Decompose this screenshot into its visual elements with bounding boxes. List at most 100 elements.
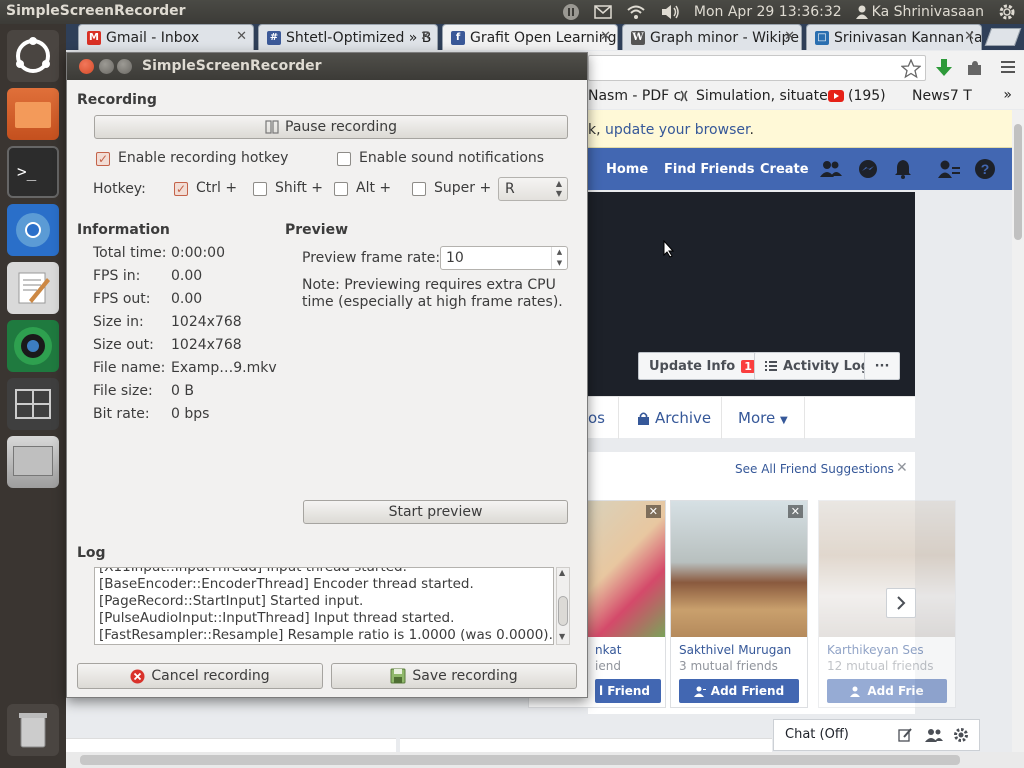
enable-sound-label[interactable]: Enable sound notifications [359,150,544,166]
scroll-thumb[interactable] [558,596,568,626]
tab-more[interactable]: More ▼ [738,409,788,427]
menu-icon[interactable] [1001,59,1015,75]
recording-indicator-icon[interactable] [562,3,580,21]
add-friend-button[interactable]: Add Frie [827,679,947,703]
nav-find-friends[interactable]: Find Friends [664,162,754,177]
caret-down-icon: ▼ [779,415,788,426]
clock[interactable]: Mon Apr 29 13:36:32 [694,4,842,20]
save-recording-button[interactable]: Save recording [331,663,577,689]
see-all-friend-suggestions-link[interactable]: See All Friend Suggestions [735,462,894,476]
maximize-window-icon[interactable] [117,59,132,74]
alt-modifier-checkbox[interactable] [334,182,348,196]
activity-log-button[interactable]: Activity Log [754,352,882,380]
ssr-titlebar[interactable]: SimpleScreenRecorder [67,53,587,80]
messenger-icon[interactable] [858,159,878,179]
close-icon[interactable]: ✕ [645,505,661,518]
friend-photo[interactable] [671,501,807,637]
address-bar[interactable] [588,55,926,81]
chat-bar[interactable]: Chat (Off) [773,719,980,751]
bookmark-youtube[interactable]: (195) [828,88,886,104]
quick-help-icon[interactable] [938,159,960,179]
extension-puzzle-icon[interactable] [966,60,982,76]
chevron-right-icon[interactable]: » [1003,87,1012,103]
horizontal-scrollbar[interactable] [66,752,1024,768]
close-icon[interactable]: ✕ [784,29,795,44]
close-icon[interactable]: ✕ [420,29,431,44]
close-icon[interactable]: ✕ [896,460,908,476]
friend-name[interactable]: Karthikeyan Ses [819,637,955,657]
mouse-cursor-icon [663,240,675,258]
help-icon[interactable]: ? [974,158,996,180]
notifications-bell-icon[interactable] [894,159,912,179]
update-browser-link[interactable]: update your browser [605,122,749,138]
enable-hotkey-label[interactable]: Enable recording hotkey [118,150,288,166]
close-icon[interactable]: ✕ [964,29,975,44]
tab-srinivasan[interactable]: □ Srinivasan Kannan (a ✕ [806,24,982,50]
text-editor-icon[interactable] [7,262,59,314]
bookmark-news7[interactable]: News7 T [912,88,972,104]
tab-archive[interactable]: Archive [638,409,711,427]
usb-drive-icon[interactable] [7,436,59,488]
volume-icon[interactable] [660,4,680,20]
pause-recording-button[interactable]: Pause recording [94,115,568,139]
chromium-icon[interactable] [7,204,59,256]
update-info-button[interactable]: Update Info 1 [638,352,766,380]
gear-icon[interactable] [953,727,969,743]
close-icon[interactable]: ✕ [787,505,803,518]
user-menu[interactable]: Ka Shrinivasaan [855,4,984,20]
wifi-icon[interactable] [626,4,646,20]
youtube-icon [828,90,844,102]
carousel-next-button[interactable] [886,588,916,618]
shift-modifier-checkbox[interactable] [253,182,267,196]
camera-icon[interactable] [7,320,59,372]
friend-requests-icon[interactable] [820,160,842,178]
bookmark-nasm[interactable]: Nasm - PDF c [588,88,681,104]
files-icon[interactable] [7,88,59,140]
nav-home[interactable]: Home [606,162,648,177]
contacts-icon[interactable] [925,728,943,742]
trash-icon[interactable] [7,704,59,756]
add-friend-button[interactable]: l Friend [595,679,661,703]
minimize-window-icon[interactable] [99,59,114,74]
friend-name[interactable]: Sakthivel Murugan [671,637,807,657]
download-arrow-icon[interactable] [934,58,954,78]
bookmark-simulation[interactable]: Simulation, situate [678,88,828,104]
settings-gear-icon[interactable] [998,3,1016,21]
user-name: Ka Shrinivasaan [871,4,984,20]
ctrl-modifier-checkbox[interactable]: ✓ [174,182,188,196]
tab-gmail[interactable]: M Gmail - Inbox ✕ [78,24,254,50]
alt-label[interactable]: Alt + [356,180,391,196]
enable-hotkey-checkbox[interactable]: ✓ [96,152,110,166]
scroll-thumb[interactable] [1014,124,1022,240]
enable-sound-checkbox[interactable] [337,152,351,166]
scroll-thumb[interactable] [80,755,960,765]
log-textbox[interactable]: [X11Input::InputThread] Input thread sta… [94,567,554,645]
super-modifier-checkbox[interactable] [412,182,426,196]
tab-label: Srinivasan Kannan (a [834,29,982,46]
tab-photos[interactable]: os [588,409,605,427]
start-preview-button[interactable]: Start preview [303,500,568,524]
terminal-icon[interactable]: >_ [7,146,59,198]
shift-label[interactable]: Shift + [275,180,323,196]
mail-icon[interactable] [594,5,612,19]
ubuntu-icon[interactable] [7,30,59,82]
log-scrollbar[interactable]: ▲ ▼ [556,567,570,645]
spinner-arrows-icon[interactable]: ▲ ▼ [551,247,567,269]
tab-shtetl[interactable]: # Shtetl-Optimized » B ✕ [258,24,438,50]
nav-create[interactable]: Create [760,162,809,177]
close-icon[interactable]: ✕ [600,29,611,44]
workspace-switcher-icon[interactable] [7,378,59,430]
close-icon[interactable]: ✕ [236,29,247,44]
add-friend-button[interactable]: Add Friend [679,679,799,703]
hotkey-key-select[interactable]: R ▲ ▼ [498,177,568,201]
compose-icon[interactable] [898,728,912,742]
super-label[interactable]: Super + [434,180,491,196]
tab-wikipedia[interactable]: W Graph minor - Wikipe ✕ [622,24,802,50]
close-window-icon[interactable] [79,59,94,74]
vertical-scrollbar[interactable] [1012,110,1024,756]
preview-frame-rate-spinbox[interactable]: 10 ▲ ▼ [440,246,568,270]
more-options-button[interactable]: ··· [864,352,900,380]
ctrl-label[interactable]: Ctrl + [196,180,237,196]
tab-grafit[interactable]: f Grafit Open Learning ✕ [442,24,618,50]
cancel-recording-button[interactable]: Cancel recording [77,663,323,689]
